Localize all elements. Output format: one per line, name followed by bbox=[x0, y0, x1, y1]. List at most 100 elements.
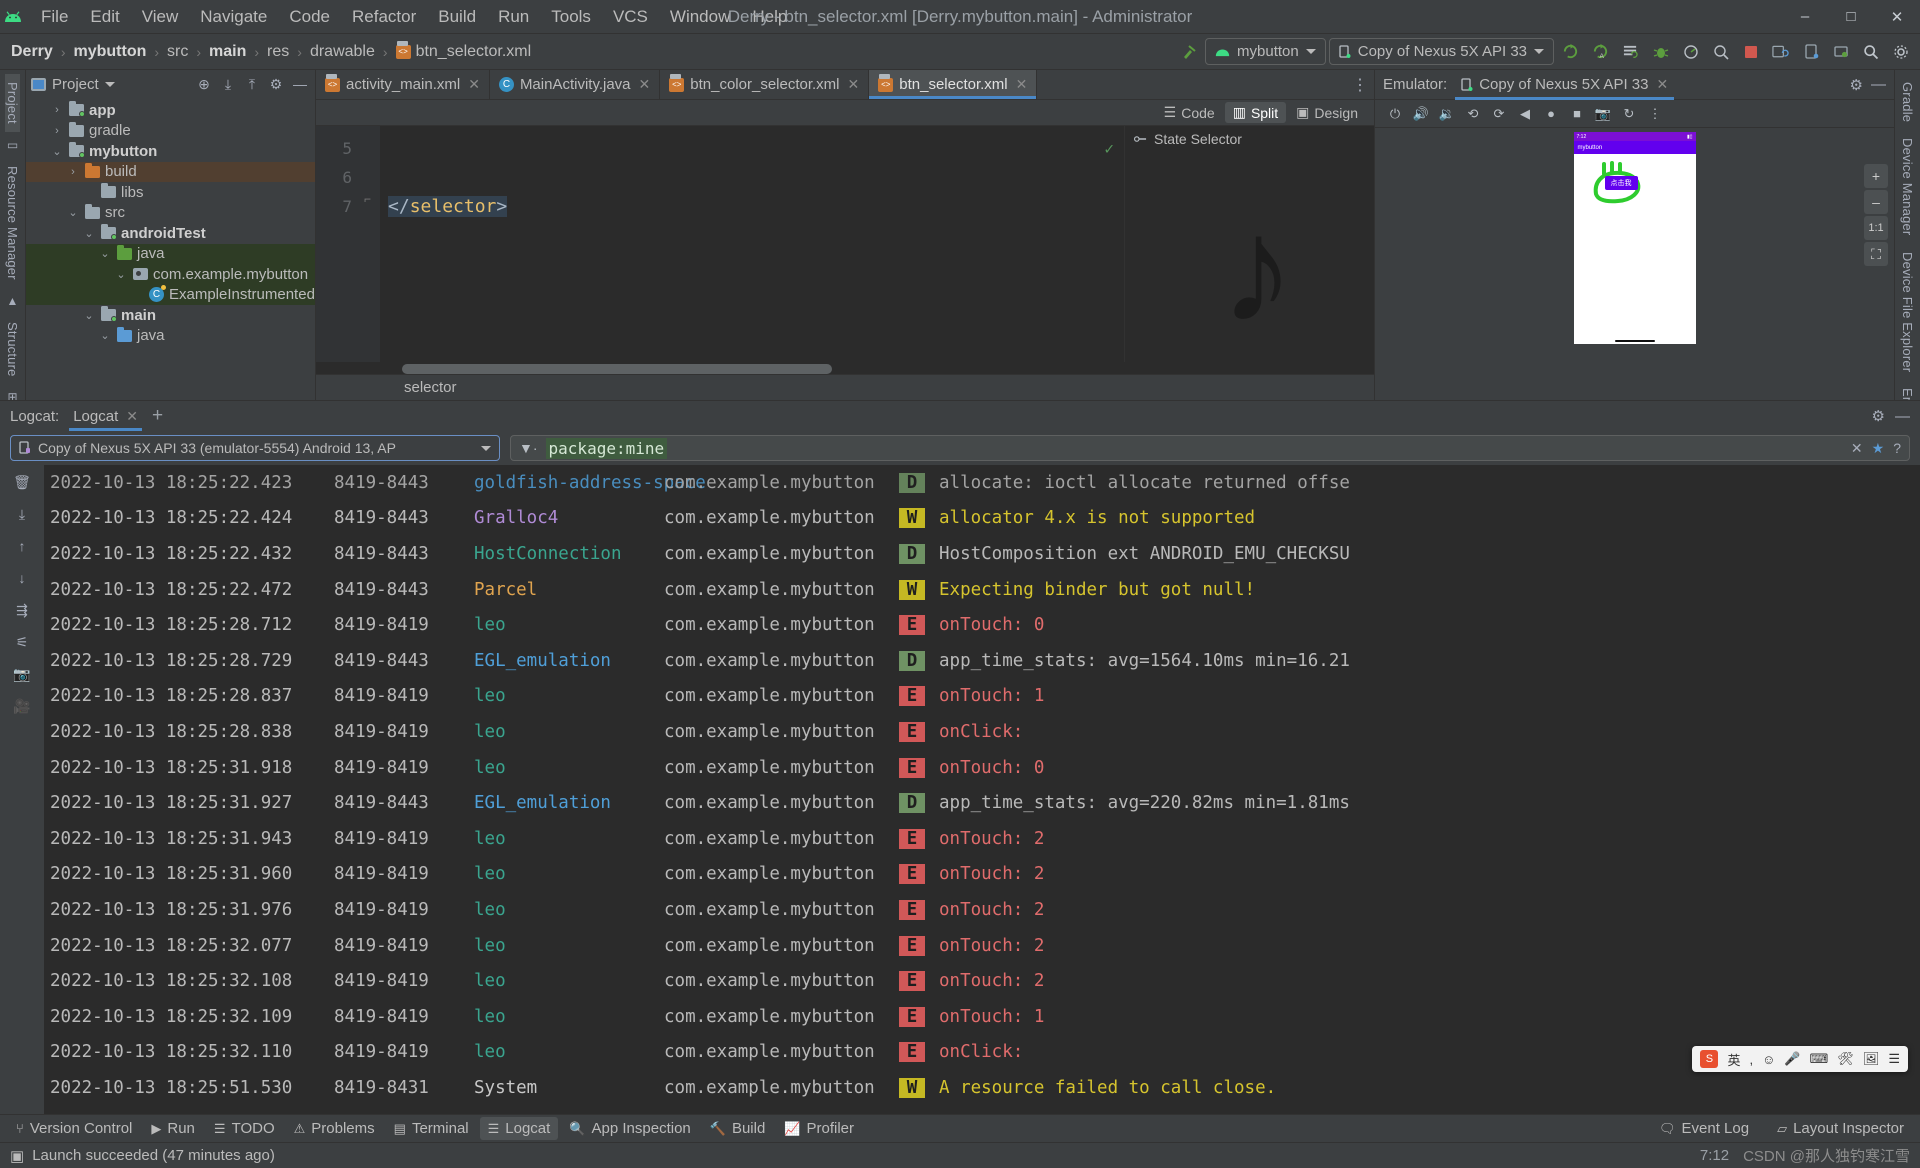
minimize-button[interactable]: – bbox=[1782, 0, 1828, 34]
tree-node-androidtest[interactable]: ⌄ androidTest bbox=[26, 223, 315, 244]
tree-node-libs[interactable]: libs bbox=[26, 182, 315, 203]
mic-icon[interactable]: 🎤 bbox=[1784, 1051, 1800, 1067]
gear-icon[interactable]: ⚙ bbox=[1872, 407, 1885, 425]
menu-help[interactable]: Help bbox=[741, 3, 798, 31]
volume-down-icon[interactable]: 🔉 bbox=[1435, 103, 1459, 125]
breadcrumb-src[interactable]: src bbox=[162, 41, 193, 63]
logcat-row[interactable]: 2022-10-13 18:25:31.960 8419-8419 leo com.e… bbox=[44, 857, 1920, 893]
zoom-out-button[interactable]: – bbox=[1864, 190, 1888, 214]
tree-node-com-example-mybutton[interactable]: ⌄ com.example.mybutton bbox=[26, 264, 315, 285]
editor-tab-btn-color-selector-xml[interactable]: <> btn_color_selector.xml ✕ bbox=[660, 70, 870, 99]
clear-query-icon[interactable]: ✕ bbox=[1851, 440, 1863, 457]
tree-node-main[interactable]: ⌄ main bbox=[26, 305, 315, 326]
menu-tools[interactable]: Tools bbox=[540, 3, 602, 31]
power-icon[interactable]: ⏻ bbox=[1383, 103, 1407, 125]
breadcrumb-mybutton[interactable]: mybutton bbox=[68, 41, 151, 63]
volume-up-icon[interactable]: 🔊 bbox=[1409, 103, 1433, 125]
rail-item-project[interactable]: Project bbox=[5, 74, 20, 132]
history-icon[interactable]: ↻ bbox=[1617, 103, 1641, 125]
smiley-icon[interactable]: ☺ bbox=[1762, 1052, 1775, 1067]
logcat-tab[interactable]: Logcat ✕ bbox=[69, 401, 142, 431]
close-icon[interactable]: ✕ bbox=[468, 76, 480, 93]
collapse-all-icon[interactable]: ⤒ bbox=[242, 74, 262, 94]
rail-item-device-manager[interactable]: Device Manager bbox=[1900, 130, 1915, 243]
project-tree[interactable]: › app › gradle ⌄ mybutton › build libs ⌄ src ⌄ andro… bbox=[26, 98, 315, 400]
gear-icon[interactable]: ⚙ bbox=[1850, 76, 1863, 94]
chevron-down-icon[interactable] bbox=[104, 81, 115, 87]
apply-changes-icon[interactable] bbox=[1617, 38, 1644, 65]
logcat-row[interactable]: 2022-10-13 18:25:31.943 8419-8419 leo com.e… bbox=[44, 821, 1920, 857]
mode-split[interactable]: ▥ Split bbox=[1224, 102, 1287, 123]
close-icon[interactable]: ✕ bbox=[1656, 76, 1668, 93]
fold-marker-icon[interactable]: ⌐ bbox=[362, 192, 380, 206]
logcat-row[interactable]: 2022-10-13 18:25:31.927 8419-8443 EGL_emul… bbox=[44, 785, 1920, 821]
tree-node-build[interactable]: › build bbox=[26, 161, 315, 182]
sync-gradle-icon[interactable] bbox=[1767, 38, 1794, 65]
emulator-stage[interactable]: 7:12 ▮▯ mybutton 点击我 + – 1:1 ⛶ bbox=[1375, 128, 1894, 400]
profile-icon[interactable] bbox=[1677, 38, 1704, 65]
mode-design[interactable]: ▣ Design bbox=[1288, 102, 1366, 123]
editor-tab-activity-main-xml[interactable]: <> activity_main.xml ✕ bbox=[316, 70, 490, 99]
menu-code[interactable]: Code bbox=[278, 3, 341, 31]
screenshot-icon[interactable]: 📷 bbox=[1591, 103, 1615, 125]
menu-build[interactable]: Build bbox=[427, 3, 487, 31]
up-icon[interactable]: ↑ bbox=[9, 535, 35, 557]
close-icon[interactable]: ✕ bbox=[639, 76, 651, 93]
menu-refactor[interactable]: Refactor bbox=[341, 3, 427, 31]
breadcrumb-derry[interactable]: Derry bbox=[6, 41, 58, 63]
attach-debugger-icon[interactable] bbox=[1707, 38, 1734, 65]
overview-icon[interactable]: ■ bbox=[1565, 103, 1589, 125]
logcat-row[interactable]: 2022-10-13 18:25:22.472 8419-8443 Parcel co… bbox=[44, 572, 1920, 608]
stop-icon[interactable] bbox=[1737, 38, 1764, 65]
zoom-actual-button[interactable]: 1:1 bbox=[1864, 216, 1888, 240]
tools-icon[interactable]: 🛠 bbox=[1837, 1051, 1854, 1067]
tree-node-exampleinstrumented[interactable]: C ExampleInstrumented bbox=[26, 284, 315, 305]
tool-window-event-log[interactable]: 🗨 Event Log bbox=[1651, 1117, 1757, 1140]
add-logcat-tab-button[interactable]: + bbox=[152, 405, 163, 427]
tool-window-app-inspection[interactable]: 🔍 App Inspection bbox=[561, 1117, 698, 1140]
logcat-row[interactable]: 2022-10-13 18:25:32.077 8419-8419 leo com.e… bbox=[44, 928, 1920, 964]
maximize-button[interactable]: □ bbox=[1828, 0, 1874, 34]
logcat-row[interactable]: 2022-10-13 18:25:22.432 8419-8443 HostConn… bbox=[44, 536, 1920, 572]
tool-window-todo[interactable]: ☰ TODO bbox=[206, 1117, 283, 1140]
home-icon[interactable]: ● bbox=[1539, 103, 1563, 125]
soft-wrap-icon[interactable]: ⇶ bbox=[9, 599, 35, 621]
menu-window[interactable]: Window bbox=[659, 3, 741, 31]
chevron-down-icon[interactable]: ⌄ bbox=[98, 247, 112, 260]
editor-tab-mainactivity-java[interactable]: C MainActivity.java ✕ bbox=[490, 70, 661, 99]
ime-mode-label[interactable]: 英 bbox=[1727, 1050, 1740, 1069]
tool-window-version-control[interactable]: ⑂ Version Control bbox=[8, 1117, 140, 1140]
menu-file[interactable]: File bbox=[30, 3, 79, 31]
chevron-right-icon[interactable]: › bbox=[66, 166, 80, 178]
rail-item-structure[interactable]: Structure bbox=[5, 314, 20, 385]
tool-window-run[interactable]: ▶ Run bbox=[143, 1117, 203, 1140]
tool-window-layout-inspector[interactable]: ▱ Layout Inspector bbox=[1769, 1117, 1912, 1140]
logcat-row[interactable]: 2022-10-13 18:25:31.976 8419-8419 leo com.e… bbox=[44, 892, 1920, 928]
module-selector[interactable]: mybutton bbox=[1205, 38, 1326, 65]
sdk-manager-icon[interactable] bbox=[1827, 38, 1854, 65]
select-opened-file-icon[interactable]: ⊕ bbox=[194, 74, 214, 94]
image-icon[interactable]: 🖼 bbox=[1863, 1051, 1880, 1067]
menu-view[interactable]: View bbox=[131, 3, 190, 31]
logcat-row[interactable]: 2022-10-13 18:25:32.108 8419-8419 leo com.e… bbox=[44, 963, 1920, 999]
search-icon[interactable] bbox=[1857, 38, 1884, 65]
code-text[interactable]: </selector> ✓ bbox=[380, 126, 1124, 362]
logcat-query-field[interactable]: ▼· package:mine ✕ ★ ? bbox=[510, 435, 1910, 461]
hide-panel-icon[interactable]: — bbox=[1871, 76, 1886, 93]
logcat-rows[interactable]: 2022-10-13 18:25:22.423 8419-8443 goldfish… bbox=[44, 465, 1920, 1114]
filter-icon[interactable]: ▼· bbox=[519, 440, 538, 456]
menu-edit[interactable]: Edit bbox=[79, 3, 130, 31]
mode-code[interactable]: ☰ Code bbox=[1156, 102, 1223, 123]
logcat-row[interactable]: 2022-10-13 18:25:32.109 8419-8419 leo com.e… bbox=[44, 999, 1920, 1035]
emulator-device-screen[interactable]: 7:12 ▮▯ mybutton 点击我 bbox=[1573, 132, 1696, 344]
run-icon[interactable] bbox=[1557, 38, 1584, 65]
help-icon[interactable]: ? bbox=[1893, 440, 1901, 456]
chevron-down-icon[interactable]: ⌄ bbox=[98, 329, 112, 342]
zoom-in-button[interactable]: + bbox=[1864, 164, 1888, 188]
clear-logcat-icon[interactable]: 🗑 bbox=[9, 471, 35, 493]
breadcrumb-res[interactable]: res bbox=[262, 41, 294, 63]
breadcrumb-drawable[interactable]: drawable bbox=[305, 41, 380, 63]
code-editor[interactable]: 5 6 7 ⌐ </selector> ✓ bbox=[316, 126, 1124, 362]
comma-icon[interactable]: , bbox=[1749, 1052, 1753, 1067]
filter-settings-icon[interactable]: ⚟ bbox=[9, 631, 35, 653]
